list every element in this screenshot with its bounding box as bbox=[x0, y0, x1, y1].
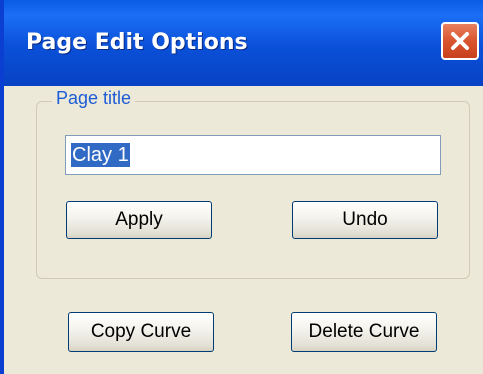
dialog-body: Page title Clay 1 Apply Undo Copy Curve … bbox=[8, 86, 483, 374]
page-title-input[interactable]: Clay 1 bbox=[65, 135, 441, 175]
page-title-groupbox bbox=[36, 101, 470, 279]
undo-button[interactable]: Undo bbox=[292, 201, 438, 239]
undo-button-label: Undo bbox=[342, 209, 388, 230]
page-title-input-value: Clay 1 bbox=[71, 143, 130, 167]
window-title: Page Edit Options bbox=[26, 30, 248, 55]
title-bar[interactable]: Page Edit Options bbox=[4, 0, 483, 86]
delete-curve-button[interactable]: Delete Curve bbox=[291, 312, 437, 352]
page-edit-options-dialog: Page Edit Options Page title Clay 1 Appl… bbox=[0, 0, 483, 374]
apply-button-label: Apply bbox=[115, 209, 163, 230]
copy-curve-button-label: Copy Curve bbox=[90, 321, 192, 342]
copy-curve-button[interactable]: Copy Curve bbox=[68, 312, 214, 352]
close-button[interactable] bbox=[441, 22, 479, 60]
delete-curve-button-label: Delete Curve bbox=[308, 321, 420, 342]
page-title-group-label: Page title bbox=[52, 88, 136, 109]
apply-button[interactable]: Apply bbox=[66, 201, 212, 239]
